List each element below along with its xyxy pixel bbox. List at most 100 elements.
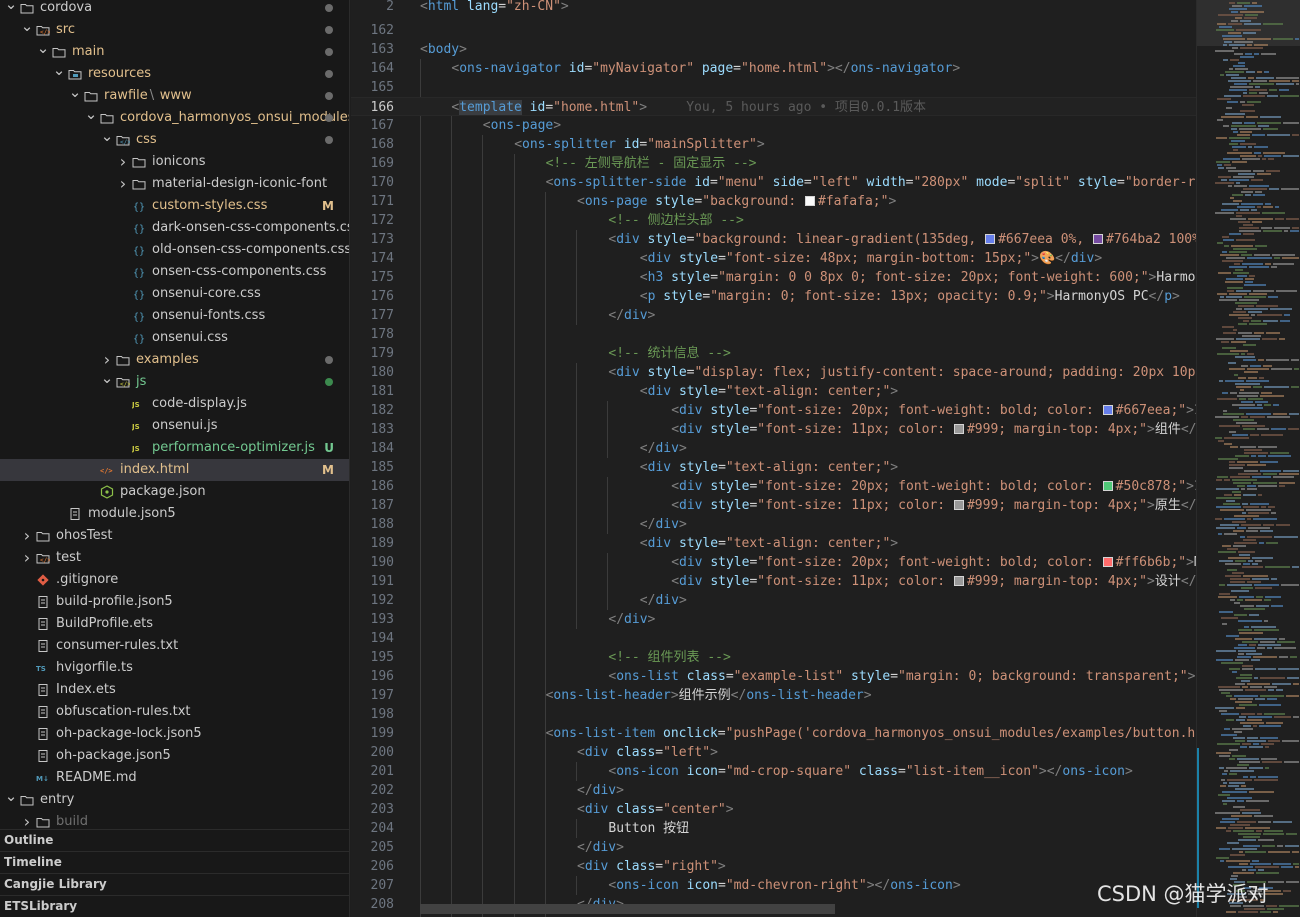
code-line[interactable]: 178 [351, 325, 1196, 344]
chevron-down-icon[interactable]: ⌄ [100, 367, 114, 389]
code-line[interactable]: 192 </div> [351, 591, 1196, 610]
explorer-item[interactable]: › ohosTest [0, 525, 349, 547]
code-line[interactable]: 197 <ons-list-header>组件示例</ons-list-heade… [351, 686, 1196, 705]
code-line[interactable]: 198 [351, 705, 1196, 724]
chevron-down-icon[interactable]: ⌄ [84, 103, 98, 125]
explorer-item[interactable]: build-profile.json5 [0, 591, 349, 613]
chevron-right-icon[interactable]: › [20, 547, 34, 569]
explorer-item[interactable]: {} custom-styles.css M [0, 195, 349, 217]
explorer-item[interactable]: ⌄ </> src [0, 17, 349, 41]
code-line[interactable]: 170 <ons-splitter-side id="menu" side="le… [351, 173, 1196, 192]
explorer-item[interactable]: JS performance-optimizer.js U [0, 437, 349, 459]
code-line[interactable]: 181 <div style="text-align: center;"> [351, 382, 1196, 401]
chevron-right-icon[interactable]: › [116, 151, 130, 173]
code-line[interactable]: 188 </div> [351, 515, 1196, 534]
code-editor[interactable]: 2 <html lang="zh-CN"> 162 163 <body> 164 <ons-… [351, 0, 1196, 917]
code-line[interactable]: 167 <ons-page> [351, 116, 1196, 135]
code-line[interactable]: 193 </div> [351, 610, 1196, 629]
explorer-item[interactable]: › examples [0, 349, 349, 371]
panel-header-cangjie-library[interactable]: Cangjie Library [0, 873, 349, 895]
code-line[interactable]: 182 <div style="font-size: 20px; font-wei… [351, 401, 1196, 420]
code-line[interactable]: 200 <div class="left"> [351, 743, 1196, 762]
chevron-down-icon[interactable]: ⌄ [4, 0, 18, 15]
code-line[interactable]: 165 [351, 78, 1196, 97]
code-line[interactable]: 168 <ons-splitter id="mainSplitter"> [351, 135, 1196, 154]
explorer-item[interactable]: ⌄ rawfile \ www [0, 83, 349, 107]
explorer-item[interactable]: Index.ets [0, 679, 349, 701]
explorer-item[interactable]: ⌄ </> css [0, 127, 349, 151]
code-line[interactable]: 185 <div style="text-align: center;"> [351, 458, 1196, 477]
explorer-item[interactable]: › build [0, 811, 349, 829]
code-line[interactable]: 187 <div style="font-size: 11px; color: #… [351, 496, 1196, 515]
explorer-item[interactable]: JS code-display.js [0, 393, 349, 415]
chevron-down-icon[interactable]: ⌄ [20, 15, 34, 37]
code-line[interactable]: 166 <template id="home.html"> You, 5 hour… [351, 97, 1196, 116]
explorer-item[interactable]: obfuscation-rules.txt [0, 701, 349, 723]
code-line[interactable]: 180 <div style="display: flex; justify-co… [351, 363, 1196, 382]
code-line[interactable]: 179 <!-- 统计信息 --> [351, 344, 1196, 363]
code-line[interactable]: 174 <div style="font-size: 48px; margin-b… [351, 249, 1196, 268]
explorer-item[interactable]: oh-package-lock.json5 [0, 723, 349, 745]
chevron-right-icon[interactable]: › [116, 173, 130, 195]
chevron-down-icon[interactable]: ⌄ [68, 81, 82, 103]
code-line[interactable]: 196 <ons-list class="example-list" style=… [351, 667, 1196, 686]
code-line[interactable]: 190 <div style="font-size: 20px; font-wei… [351, 553, 1196, 572]
explorer-item[interactable]: </> index.html M [0, 459, 349, 481]
code-line[interactable]: 206 <div class="right"> [351, 857, 1196, 876]
explorer-item[interactable]: M↓ README.md [0, 767, 349, 789]
explorer-item[interactable]: › </> test [0, 547, 349, 569]
explorer-item[interactable]: package.json [0, 481, 349, 503]
explorer-item[interactable]: ⌄ entry [0, 787, 349, 811]
code-line[interactable]: 172 <!-- 侧边栏头部 --> [351, 211, 1196, 230]
panel-header-etslibrary[interactable]: ETSLibrary [0, 895, 349, 917]
code-line[interactable]: 169 <!-- 左侧导航栏 - 固定显示 --> [351, 154, 1196, 173]
code-line[interactable]: 186 <div style="font-size: 20px; font-wei… [351, 477, 1196, 496]
code-line[interactable]: 162 [351, 21, 1196, 40]
explorer-item[interactable]: module.json5 [0, 503, 349, 525]
code-line[interactable]: 194 [351, 629, 1196, 648]
explorer-item[interactable]: › material-design-iconic-font [0, 173, 349, 195]
code-line[interactable]: 189 <div style="text-align: center;"> [351, 534, 1196, 553]
code-line[interactable]: 171 <ons-page style="background: #fafafa;… [351, 192, 1196, 211]
explorer-item[interactable]: BuildProfile.ets [0, 613, 349, 635]
code-line[interactable]: 191 <div style="font-size: 11px; color: #… [351, 572, 1196, 591]
chevron-down-icon[interactable]: ⌄ [52, 59, 66, 81]
code-line[interactable]: 176 <p style="margin: 0; font-size: 13px;… [351, 287, 1196, 306]
code-line[interactable]: 205 </div> [351, 838, 1196, 857]
code-line[interactable]: 183 <div style="font-size: 11px; color: #… [351, 420, 1196, 439]
code-line[interactable]: 202 </div> [351, 781, 1196, 800]
explorer-item[interactable]: ⌄ cordova [0, 0, 349, 19]
explorer-item[interactable]: ⌄ cordova_harmonyos_onsui_modules [0, 105, 349, 129]
explorer-item[interactable]: TS hvigorfile.ts [0, 657, 349, 679]
code-line[interactable]: 199 <ons-list-item onclick="pushPage('cor… [351, 724, 1196, 743]
explorer-item[interactable]: {} onsenui-fonts.css [0, 305, 349, 327]
code-line[interactable]: 164 <ons-navigator id="myNavigator" page=… [351, 59, 1196, 78]
code-line[interactable]: 204 Button 按钮 [351, 819, 1196, 838]
code-line[interactable]: 201 <ons-icon icon="md-crop-square" class… [351, 762, 1196, 781]
chevron-down-icon[interactable]: ⌄ [36, 37, 50, 59]
explorer-item[interactable]: consumer-rules.txt [0, 635, 349, 657]
explorer-item[interactable]: {} old-onsen-css-components.css [0, 239, 349, 261]
chevron-down-icon[interactable]: ⌄ [4, 785, 18, 807]
explorer-item[interactable]: JS onsenui.js [0, 415, 349, 437]
chevron-down-icon[interactable]: ⌄ [100, 125, 114, 147]
explorer-item[interactable]: {} onsenui.css [0, 327, 349, 349]
code-line[interactable]: 184 </div> [351, 439, 1196, 458]
panel-header-timeline[interactable]: Timeline [0, 851, 349, 873]
explorer-item[interactable]: oh-package.json5 [0, 745, 349, 767]
code-line[interactable]: 2 <html lang="zh-CN"> [351, 0, 1196, 16]
code-line[interactable]: 173 <div style="background: linear-gradie… [351, 230, 1196, 249]
code-line[interactable]: 207 <ons-icon icon="md-chevron-right"></o… [351, 876, 1196, 895]
explorer-item[interactable]: ⌄ </> js [0, 369, 349, 393]
explorer-item[interactable]: {} onsen-css-components.css [0, 261, 349, 283]
explorer-item[interactable]: › ionicons [0, 151, 349, 173]
code-line[interactable]: 195 <!-- 组件列表 --> [351, 648, 1196, 667]
code-line[interactable]: 163 <body> [351, 40, 1196, 59]
explorer-item[interactable]: .gitignore [0, 569, 349, 591]
explorer-item[interactable]: ⌄ resources [0, 61, 349, 85]
code-line[interactable]: 175 <h3 style="margin: 0 0 8px 0; font-si… [351, 268, 1196, 287]
panel-header-outline[interactable]: Outline [0, 829, 349, 851]
explorer-item[interactable]: {} onsenui-core.css [0, 283, 349, 305]
code-line[interactable]: 203 <div class="center"> [351, 800, 1196, 819]
explorer-item[interactable]: {} dark-onsen-css-components.css [0, 217, 349, 239]
